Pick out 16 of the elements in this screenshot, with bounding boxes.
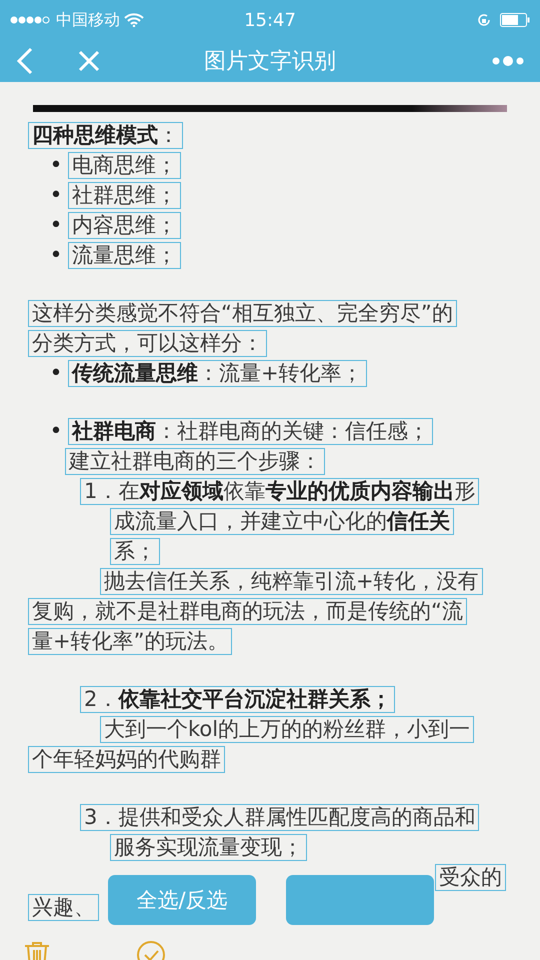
signal-icon [10, 15, 52, 25]
bullet: • [48, 182, 64, 208]
more-button[interactable] [492, 55, 524, 67]
back-button[interactable] [16, 47, 34, 75]
page-title: 图片文字识别 [204, 48, 336, 76]
battery-icon [500, 13, 530, 27]
clock-time: 15:47 [244, 10, 296, 30]
bullet: • [48, 152, 64, 178]
bullet: • [48, 212, 64, 238]
wifi-icon [124, 13, 144, 27]
bullet: • [48, 242, 64, 268]
rotation-lock-icon [476, 12, 492, 28]
close-button[interactable] [78, 50, 100, 72]
bullet: • [48, 360, 64, 386]
bullet: • [48, 418, 64, 444]
carrier-name: 中国移动 [56, 10, 120, 30]
